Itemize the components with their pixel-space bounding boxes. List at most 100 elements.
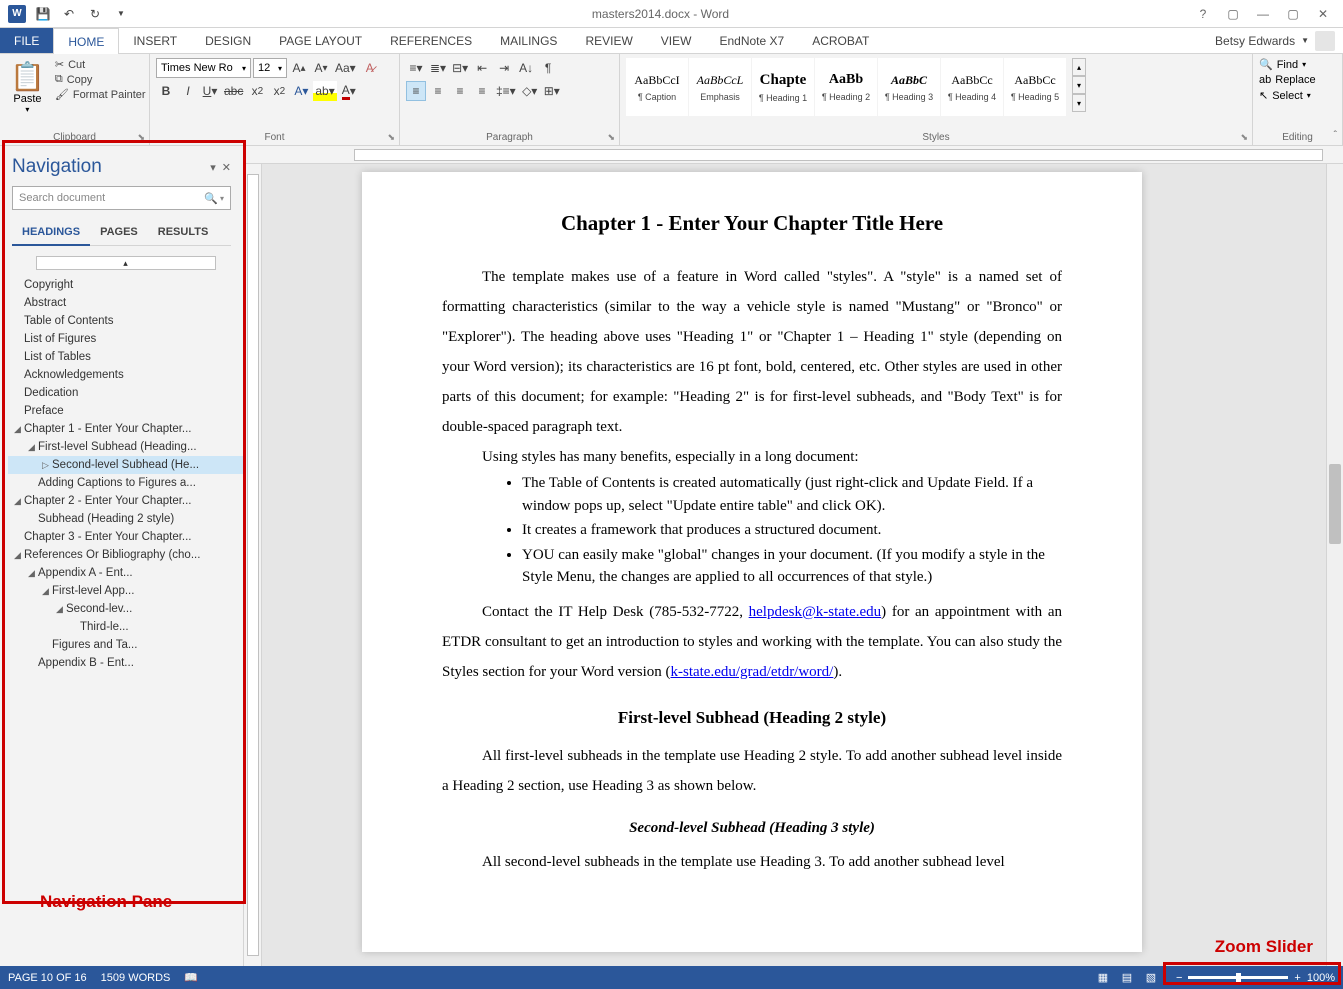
strikethrough-button[interactable]: abc (222, 81, 245, 101)
bold-button[interactable]: B (156, 81, 176, 101)
numbering-button[interactable]: ≣▾ (428, 58, 448, 78)
tree-item[interactable]: Table of Contents (8, 312, 243, 330)
tree-item[interactable]: Appendix B - Ent... (8, 654, 243, 672)
tab-review[interactable]: REVIEW (571, 28, 646, 53)
tab-design[interactable]: DESIGN (191, 28, 265, 53)
shrink-font-button[interactable]: A▾ (311, 58, 331, 78)
tree-item[interactable]: Subhead (Heading 2 style) (8, 510, 243, 528)
close-icon[interactable]: ✕ (1309, 4, 1337, 24)
tree-item[interactable]: Copyright (8, 276, 243, 294)
zoom-level[interactable]: 100% (1307, 972, 1335, 984)
maximize-icon[interactable]: ▢ (1279, 4, 1307, 24)
style-item-1[interactable]: AaBbCcLEmphasis (689, 58, 751, 116)
superscript-button[interactable]: x2 (269, 81, 289, 101)
tree-item[interactable]: ◢Chapter 2 - Enter Your Chapter... (8, 492, 243, 510)
undo-icon[interactable]: ↶ (58, 3, 80, 25)
qat-customize-icon[interactable]: ▼ (110, 3, 132, 25)
collapse-ribbon-icon[interactable]: ˆ (1334, 130, 1337, 141)
style-item-3[interactable]: AaBb¶ Heading 2 (815, 58, 877, 116)
sort-button[interactable]: A↓ (516, 58, 536, 78)
font-name-selector[interactable]: Times New Ro▾ (156, 58, 251, 78)
multilevel-button[interactable]: ⊟▾ (450, 58, 470, 78)
align-left-button[interactable]: ≡ (406, 81, 426, 101)
read-mode-icon[interactable]: ▦ (1092, 969, 1114, 987)
page-indicator[interactable]: PAGE 10 OF 16 (8, 972, 87, 984)
tree-item[interactable]: Figures and Ta... (8, 636, 243, 654)
redo-icon[interactable]: ↻ (84, 3, 106, 25)
link-helpdesk[interactable]: helpdesk@k-state.edu (749, 604, 882, 620)
gallery-down-icon[interactable]: ▾ (1072, 76, 1086, 94)
align-center-button[interactable]: ≡ (428, 81, 448, 101)
word-count[interactable]: 1509 WORDS (101, 972, 171, 984)
format-painter-button[interactable]: 🖌Format Painter (55, 88, 146, 101)
subscript-button[interactable]: x2 (247, 81, 267, 101)
show-marks-button[interactable]: ¶ (538, 58, 558, 78)
tree-item[interactable]: List of Figures (8, 330, 243, 348)
nav-close-icon[interactable]: ✕ (222, 161, 231, 174)
gallery-up-icon[interactable]: ▴ (1072, 58, 1086, 76)
gallery-more-icon[interactable]: ▾ (1072, 94, 1086, 112)
grow-font-button[interactable]: A▴ (289, 58, 309, 78)
tab-acrobat[interactable]: ACROBAT (798, 28, 883, 53)
tab-references[interactable]: REFERENCES (376, 28, 486, 53)
tree-item[interactable]: ◢Chapter 1 - Enter Your Chapter... (8, 420, 243, 438)
tree-item[interactable]: Chapter 3 - Enter Your Chapter... (8, 528, 243, 546)
ribbon-display-icon[interactable]: ▢ (1219, 4, 1247, 24)
underline-button[interactable]: U▾ (200, 81, 220, 101)
style-item-0[interactable]: AaBbCcI¶ Caption (626, 58, 688, 116)
tree-item[interactable]: Abstract (8, 294, 243, 312)
tab-insert[interactable]: INSERT (119, 28, 191, 53)
font-size-selector[interactable]: 12▾ (253, 58, 287, 78)
tab-page-layout[interactable]: PAGE LAYOUT (265, 28, 376, 53)
tree-item[interactable]: Dedication (8, 384, 243, 402)
tab-home[interactable]: HOME (53, 28, 119, 54)
find-button[interactable]: 🔍Find▾ (1259, 58, 1336, 71)
zoom-in-button[interactable]: + (1294, 972, 1300, 984)
clipboard-launcher-icon[interactable]: ⬊ (137, 132, 145, 143)
help-icon[interactable]: ? (1189, 4, 1217, 24)
tree-item[interactable]: ◢Appendix A - Ent... (8, 564, 243, 582)
tree-item[interactable]: ◢References Or Bibliography (cho... (8, 546, 243, 564)
font-color-button[interactable]: A▾ (339, 81, 359, 101)
nav-tab-results[interactable]: RESULTS (148, 220, 219, 245)
bullets-button[interactable]: ≡▾ (406, 58, 426, 78)
tree-item[interactable]: ◢First-level App... (8, 582, 243, 600)
tree-item[interactable]: Acknowledgements (8, 366, 243, 384)
text-effects-button[interactable]: A▾ (291, 81, 311, 101)
zoom-slider[interactable] (1188, 976, 1288, 979)
paste-button[interactable]: 📋 Paste ▾ (6, 58, 49, 130)
zoom-slider-handle[interactable] (1236, 973, 1241, 982)
line-spacing-button[interactable]: ‡≡▾ (494, 81, 518, 101)
tab-view[interactable]: VIEW (647, 28, 706, 53)
increase-indent-button[interactable]: ⇥ (494, 58, 514, 78)
vertical-scrollbar[interactable] (1326, 164, 1343, 966)
tree-item[interactable]: Third-le... (8, 618, 243, 636)
tree-item[interactable]: ◢First-level Subhead (Heading... (8, 438, 243, 456)
tree-item[interactable]: Adding Captions to Figures a... (8, 474, 243, 492)
paragraph-launcher-icon[interactable]: ⬊ (607, 132, 615, 143)
style-item-6[interactable]: AaBbCc¶ Heading 5 (1004, 58, 1066, 116)
web-layout-icon[interactable]: ▧ (1140, 969, 1162, 987)
style-item-2[interactable]: Chapte¶ Heading 1 (752, 58, 814, 116)
link-etdr[interactable]: k-state.edu/grad/etdr/word/ (670, 664, 833, 680)
style-item-5[interactable]: AaBbCc¶ Heading 4 (941, 58, 1003, 116)
tab-file[interactable]: FILE (0, 28, 53, 53)
tree-item[interactable]: List of Tables (8, 348, 243, 366)
save-icon[interactable]: 💾 (32, 3, 54, 25)
shading-button[interactable]: ◇▾ (520, 81, 540, 101)
align-right-button[interactable]: ≡ (450, 81, 470, 101)
select-button[interactable]: ↖Select▾ (1259, 89, 1336, 102)
justify-button[interactable]: ≡ (472, 81, 492, 101)
change-case-button[interactable]: Aa▾ (333, 58, 358, 78)
styles-launcher-icon[interactable]: ⬊ (1240, 132, 1248, 143)
tab-endnote[interactable]: EndNote X7 (705, 28, 798, 53)
document-page[interactable]: Chapter 1 - Enter Your Chapter Title Her… (362, 172, 1142, 952)
highlight-button[interactable]: ab▾ (313, 81, 336, 101)
replace-button[interactable]: abReplace (1259, 74, 1336, 86)
tree-item[interactable]: Preface (8, 402, 243, 420)
minimize-icon[interactable]: — (1249, 4, 1277, 24)
nav-tab-headings[interactable]: HEADINGS (12, 220, 90, 246)
tree-item[interactable]: ◢Second-lev... (8, 600, 243, 618)
vertical-ruler[interactable] (244, 164, 262, 966)
user-account[interactable]: Betsy Edwards ▼ (1215, 28, 1343, 53)
